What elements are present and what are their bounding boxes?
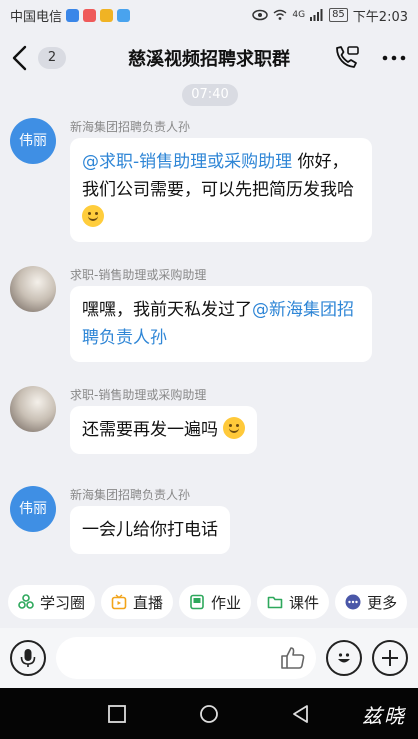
message-timestamp: 07:40 — [182, 84, 238, 106]
message-bubble[interactable]: 嘿嘿，我前天私发过了@新海集团招聘负责人孙 — [70, 286, 372, 362]
sender-name: 新海集团招聘负责人孙 — [70, 120, 191, 134]
avatar[interactable]: 伟丽 — [10, 118, 56, 164]
sender-name: 求职-销售助理或采购助理 — [70, 268, 207, 282]
microphone-icon — [20, 649, 36, 667]
more-button[interactable]: 更多 — [335, 585, 408, 619]
laugh-tears-emoji-icon — [223, 417, 246, 439]
avatar[interactable] — [10, 386, 56, 432]
home-icon[interactable] — [198, 703, 220, 725]
battery-indicator: 85 — [329, 8, 348, 22]
message-item: 求职-销售助理或采购助理 嘿嘿，我前天私发过了@新海集团招聘负责人孙 — [10, 266, 408, 362]
signal-icon — [310, 9, 323, 21]
blue-app-icon — [117, 8, 131, 22]
live-icon — [111, 594, 127, 610]
status-right: 4G 85 下午2:03 — [252, 6, 408, 25]
message-text: 还需要再发一遍吗 — [82, 420, 218, 440]
quick-actions-bar: 学习圈 直播 作业 课件 更多 — [0, 582, 418, 622]
message-bubble[interactable]: 还需要再发一遍吗 — [70, 406, 258, 454]
message-item: 伟丽 新海集团招聘负责人孙 @求职-销售助理或采购助理 你好，我们公司需要，可以… — [10, 118, 408, 242]
voice-button[interactable] — [10, 640, 46, 676]
unread-count-badge: 2 — [38, 47, 66, 69]
chip-label: 作业 — [211, 593, 242, 612]
plus-icon — [382, 650, 398, 666]
system-nav-bar — [0, 688, 418, 739]
chip-label: 课件 — [289, 593, 320, 612]
yellow-app-icon — [100, 8, 114, 22]
courseware-button[interactable]: 课件 — [257, 585, 330, 619]
smile-emoji-icon — [82, 205, 104, 227]
more-dots-icon — [345, 594, 361, 610]
homework-button[interactable]: 作业 — [179, 585, 252, 619]
chevron-left-icon — [12, 45, 27, 71]
thumbs-up-icon[interactable] — [280, 646, 306, 670]
red-app-icon — [83, 8, 97, 22]
emoji-button[interactable] — [326, 640, 362, 676]
wifi-icon — [273, 9, 287, 20]
study-circle-icon — [18, 594, 34, 609]
message-input[interactable] — [56, 649, 280, 667]
avatar[interactable] — [10, 266, 56, 312]
clock: 下午2:03 — [352, 9, 408, 25]
message-bubble[interactable]: @求职-销售助理或采购助理 你好，我们公司需要，可以先把简历发我哈 — [70, 138, 372, 242]
sender-name: 新海集团招聘负责人孙 — [70, 488, 191, 502]
back-button[interactable]: 2 — [10, 45, 66, 71]
chip-label: 更多 — [367, 593, 398, 612]
study-circle-button[interactable]: 学习圈 — [8, 585, 96, 619]
live-button[interactable]: 直播 — [101, 585, 174, 619]
recent-apps-icon[interactable] — [106, 703, 128, 725]
carrier-label: 中国电信 — [10, 9, 63, 25]
header-actions — [332, 44, 408, 72]
input-bar — [0, 628, 418, 688]
mention-link[interactable]: @求职-销售助理或采购助理 — [82, 152, 292, 172]
shield-app-icon — [66, 8, 80, 22]
message-text: 嘿嘿，我前天私发过了 — [82, 300, 252, 320]
courseware-icon — [267, 596, 283, 609]
network-type: 4G — [292, 10, 306, 20]
emoji-face-icon — [338, 653, 350, 663]
phone-call-icon[interactable] — [332, 44, 360, 72]
chat-header: 2 慈溪视频招聘求职群 — [0, 30, 418, 86]
eye-icon — [252, 9, 269, 21]
chip-label: 学习圈 — [40, 593, 86, 612]
add-button[interactable] — [372, 640, 408, 676]
message-text: 一会儿给你打电话 — [82, 520, 218, 540]
message-item: 伟丽 新海集团招聘负责人孙 一会儿给你打电话 — [10, 486, 408, 556]
watermark: 兹晓 — [362, 704, 406, 728]
sender-name: 求职-销售助理或采购助理 — [70, 388, 207, 402]
message-input-container — [56, 637, 316, 679]
avatar[interactable]: 伟丽 — [10, 486, 56, 532]
more-options-icon[interactable] — [380, 44, 408, 72]
message-bubble[interactable]: 一会儿给你打电话 — [70, 506, 230, 554]
status-left: 中国电信 — [10, 6, 131, 25]
back-triangle-icon[interactable] — [290, 703, 312, 725]
message-item: 求职-销售助理或采购助理 还需要再发一遍吗 — [10, 386, 408, 456]
homework-icon — [190, 594, 204, 610]
chip-label: 直播 — [133, 593, 164, 612]
status-bar: 中国电信 4G 85 下午2:03 — [0, 0, 418, 30]
